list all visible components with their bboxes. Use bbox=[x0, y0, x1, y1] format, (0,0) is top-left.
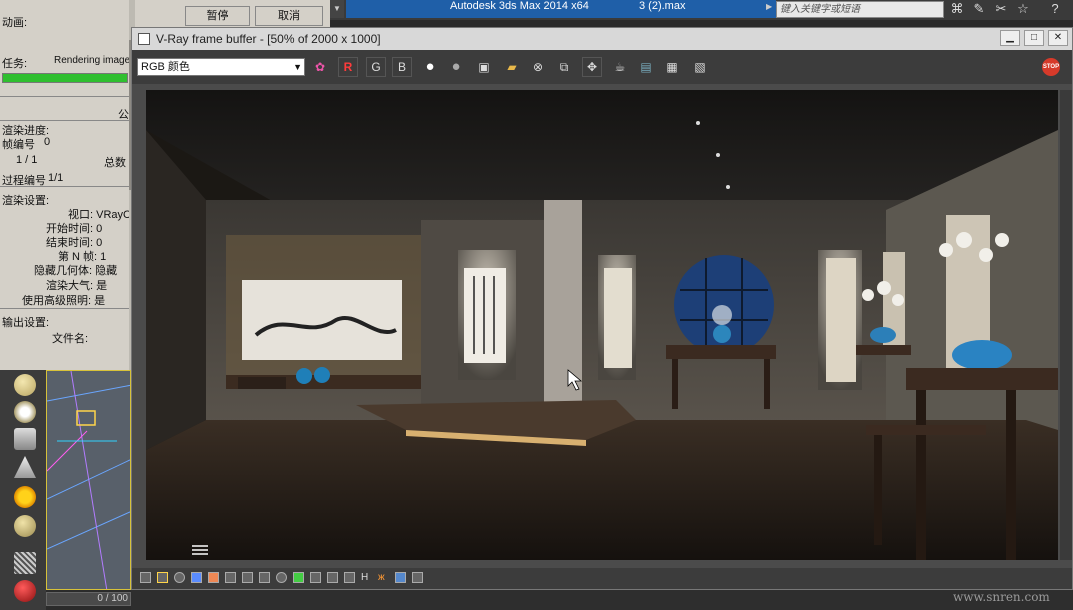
color-mix-icon[interactable]: ✿ bbox=[310, 57, 330, 77]
color-balance-icon[interactable] bbox=[191, 572, 202, 583]
cone-icon[interactable] bbox=[14, 456, 36, 478]
ocio-icon[interactable] bbox=[327, 572, 338, 583]
status-band bbox=[131, 590, 1073, 610]
advanced-lighting-setting: 使用高级照明: 是 bbox=[22, 295, 106, 307]
search-input[interactable]: 键入关键字或短语 bbox=[776, 1, 944, 18]
curves-icon[interactable] bbox=[242, 572, 253, 583]
binoculars-icon[interactable]: ⌘ bbox=[948, 0, 966, 18]
tools-icon[interactable]: ✂ bbox=[992, 0, 1010, 18]
lens-effects-icon[interactable]: ▧ bbox=[690, 57, 710, 77]
frame-slider[interactable]: 0 / 100 bbox=[46, 592, 131, 606]
viewport-wireframe bbox=[47, 371, 130, 589]
chevron-down-icon: ▼ bbox=[293, 62, 302, 72]
sphere-light-icon[interactable] bbox=[14, 515, 36, 537]
settings-heading: 渲染设置: bbox=[2, 195, 50, 207]
channel-select[interactable]: RGB 颜色 ▼ bbox=[137, 58, 305, 76]
help-icon[interactable]: ? bbox=[1046, 0, 1064, 18]
vfb-title: V-Ray frame buffer - [50% of 2000 x 1000… bbox=[156, 32, 381, 46]
progress-fill bbox=[3, 74, 127, 82]
chevron-right-icon[interactable]: ▶ bbox=[766, 2, 772, 11]
star-icon[interactable]: ☆ bbox=[1014, 0, 1032, 18]
vfb-bottom-toolbar: H ж bbox=[132, 568, 1072, 589]
filename-label: 文件名: bbox=[52, 333, 89, 345]
blue-channel-button[interactable]: B bbox=[392, 57, 412, 77]
teapot-render-icon[interactable]: ☕ bbox=[610, 57, 630, 77]
channel-select-value: RGB 颜色 bbox=[141, 61, 190, 73]
frame-value: 0 bbox=[44, 136, 51, 148]
exposure-icon[interactable] bbox=[225, 572, 236, 583]
history-icon[interactable]: ▦ bbox=[662, 57, 682, 77]
save-icon[interactable]: ▣ bbox=[474, 57, 494, 77]
divider bbox=[0, 96, 135, 97]
cancel-button[interactable]: 取消 bbox=[255, 6, 323, 26]
vray-frame-buffer-window: V-Ray frame buffer - [50% of 2000 x 1000… bbox=[131, 27, 1073, 590]
watermark: www.snren.com bbox=[953, 590, 1050, 604]
clear-icon[interactable]: ⊗ bbox=[528, 57, 548, 77]
render-progress-panel: 动画: 任务: Rendering image 公 渲染进度: 帧编号 0 1 … bbox=[0, 0, 135, 370]
render-dialog-top: 暂停 取消 bbox=[135, 0, 330, 30]
material-ball-icon[interactable] bbox=[14, 580, 36, 602]
close-button[interactable]: ✕ bbox=[1048, 30, 1068, 46]
hsl-icon[interactable] bbox=[208, 572, 219, 583]
frame-count: 1 / 1 bbox=[16, 154, 38, 166]
task-value: Rendering image bbox=[54, 55, 131, 66]
red-channel-button[interactable]: R bbox=[338, 57, 358, 77]
torus-icon[interactable] bbox=[14, 401, 36, 423]
icc-icon[interactable] bbox=[344, 572, 355, 583]
histogram-icon[interactable] bbox=[310, 572, 321, 583]
sun-light-icon[interactable] bbox=[14, 486, 36, 508]
max-title-bar: ▼ Autodesk 3ds Max 2014 x64 3 (2).max ▶ … bbox=[330, 0, 1073, 20]
animation-label: 动画: bbox=[2, 17, 28, 29]
levels-icon[interactable] bbox=[157, 572, 168, 583]
divider bbox=[0, 120, 135, 121]
v-flip-icon[interactable]: ж bbox=[378, 572, 389, 583]
vfb-title-bar[interactable]: V-Ray frame buffer - [50% of 2000 x 1000… bbox=[132, 28, 1072, 50]
render-atmosphere-setting: 渲染大气: 是 bbox=[46, 280, 108, 292]
divider bbox=[0, 308, 135, 309]
green-channel-button[interactable]: G bbox=[366, 57, 386, 77]
compare-icon[interactable] bbox=[395, 572, 406, 583]
vfb-logo-icon bbox=[138, 33, 150, 45]
task-label: 任务: bbox=[2, 58, 28, 70]
title-strip: Autodesk 3ds Max 2014 x64 3 (2).max bbox=[346, 0, 776, 18]
left-viewport[interactable] bbox=[46, 370, 131, 590]
maximize-button[interactable]: □ bbox=[1024, 30, 1044, 46]
create-panel-toolbox bbox=[0, 370, 46, 610]
folder-open-icon[interactable]: ▰ bbox=[502, 57, 522, 77]
pass-value: 1/1 bbox=[48, 172, 64, 184]
pause-button[interactable]: 暂停 bbox=[185, 6, 250, 26]
grid-icon[interactable] bbox=[14, 552, 36, 574]
file-title: 3 (2).max bbox=[639, 0, 686, 12]
settings-gear-icon[interactable] bbox=[276, 572, 287, 583]
lut-icon[interactable] bbox=[293, 572, 304, 583]
bg-image-icon[interactable] bbox=[259, 572, 270, 583]
stamp-icon[interactable] bbox=[412, 572, 423, 583]
total-label: 总数 bbox=[104, 157, 126, 169]
time-slider-area: 0 / 100 bbox=[46, 590, 131, 610]
minimize-button[interactable]: ▁ bbox=[1000, 30, 1020, 46]
output-heading: 输出设置: bbox=[2, 317, 50, 329]
menu-arrow-icon[interactable]: ▼ bbox=[330, 0, 344, 18]
app-title: Autodesk 3ds Max 2014 x64 bbox=[450, 0, 589, 12]
sphere-icon[interactable] bbox=[14, 374, 36, 396]
frame-label: 帧编号 bbox=[2, 139, 35, 151]
corrections-icon[interactable] bbox=[140, 572, 151, 583]
vfb-toolbar: RGB 颜色 ▼ ✿ R G B ● ● ▣ ▰ ⊗ ⧉ ✥ ☕ ▤ ▦ ▧ S… bbox=[132, 50, 1072, 84]
alpha-white-icon[interactable]: ● bbox=[420, 57, 440, 77]
info-icon[interactable] bbox=[174, 572, 185, 583]
vfb-right-strip bbox=[1060, 90, 1072, 560]
track-mouse-icon[interactable]: ✥ bbox=[582, 57, 602, 77]
region-render-icon[interactable]: ▤ bbox=[636, 57, 656, 77]
wrench-icon[interactable]: ✎ bbox=[970, 0, 988, 18]
mono-icon[interactable]: ● bbox=[446, 57, 466, 77]
rendered-gallery-image bbox=[146, 90, 1058, 560]
teapot-icon[interactable] bbox=[14, 428, 36, 450]
render-canvas[interactable] bbox=[146, 90, 1058, 560]
hidden-geometry-setting: 隐藏几何体: 隐藏 bbox=[34, 265, 118, 277]
stop-render-button[interactable]: STOP bbox=[1042, 58, 1060, 76]
progress-bar bbox=[2, 73, 128, 83]
divider bbox=[0, 186, 135, 187]
duplicate-icon[interactable]: ⧉ bbox=[554, 57, 574, 77]
h-flip-icon[interactable]: H bbox=[361, 572, 372, 583]
